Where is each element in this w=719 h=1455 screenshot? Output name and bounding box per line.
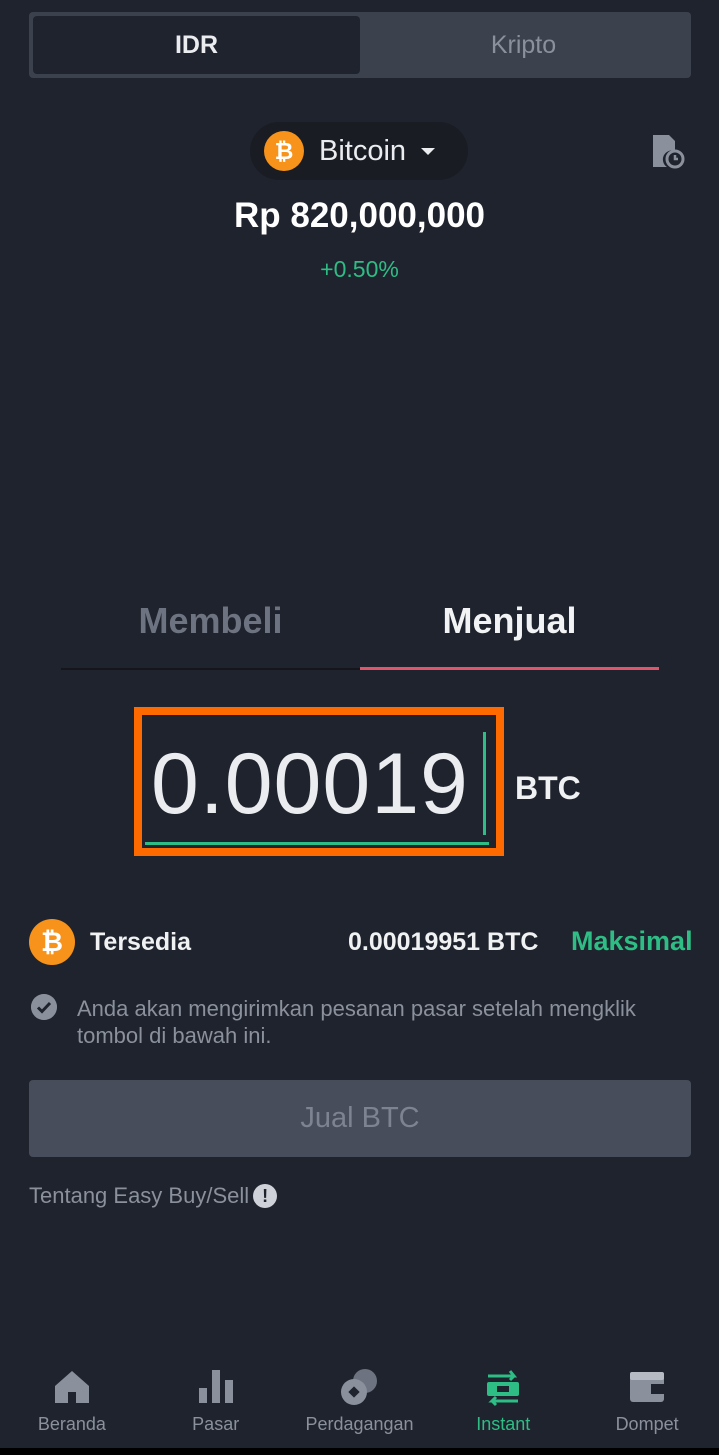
caret-down-icon xyxy=(421,147,436,155)
bitcoin-icon: ₿ xyxy=(29,919,75,965)
toggle-idr[interactable]: IDR xyxy=(33,16,360,74)
tab-sell[interactable]: Menjual xyxy=(360,600,659,670)
tab-buy[interactable]: Membeli xyxy=(61,600,360,670)
check-circle-icon xyxy=(31,994,57,1020)
instant-swap-icon xyxy=(487,1370,520,1407)
available-balance: 0.00019951 BTC xyxy=(348,928,539,956)
amount-input[interactable] xyxy=(151,729,491,839)
nav-label: Dompet xyxy=(615,1414,679,1434)
available-label: Tersedia xyxy=(90,928,191,956)
home-icon xyxy=(54,1371,89,1403)
currency-toggle: IDR Kripto xyxy=(29,12,691,78)
nav-pasar[interactable]: Pasar xyxy=(144,1356,288,1448)
market-order-notice: Anda akan mengirimkan pesanan pasar sete… xyxy=(77,996,636,1048)
wallet-icon xyxy=(630,1372,665,1402)
nav-label: Pasar xyxy=(192,1414,240,1434)
system-gesture-bar xyxy=(0,1448,719,1455)
nav-label: Beranda xyxy=(37,1414,106,1434)
about-easy-buy-sell-link[interactable]: Tentang Easy Buy/Sell ! xyxy=(29,1183,278,1209)
text-cursor xyxy=(483,732,486,835)
max-button[interactable]: Maksimal xyxy=(571,926,693,957)
amount-underline xyxy=(145,842,489,845)
about-link-label: Tentang Easy Buy/Sell xyxy=(29,1183,250,1208)
bottom-nav: Beranda Pasar Perdagangan Instant Dompet xyxy=(0,1356,719,1448)
nav-label: Instant xyxy=(476,1414,531,1434)
trade-coins-icon xyxy=(341,1369,378,1405)
market-bars-icon xyxy=(198,1370,233,1403)
sell-btc-button[interactable]: Jual BTC xyxy=(29,1080,691,1157)
toggle-kripto[interactable]: Kripto xyxy=(360,16,687,74)
coin-price: Rp 820,000,000 xyxy=(233,196,485,235)
price-change: +0.50% xyxy=(320,256,399,282)
nav-instant[interactable]: Instant xyxy=(431,1356,575,1448)
info-icon: ! xyxy=(253,1184,278,1208)
nav-dompet[interactable]: Dompet xyxy=(575,1356,719,1448)
nav-beranda[interactable]: Beranda xyxy=(0,1356,144,1448)
amount-unit: BTC xyxy=(515,770,581,806)
coin-name: Bitcoin xyxy=(319,134,407,167)
nav-label: Perdagangan xyxy=(305,1414,414,1434)
coin-selector[interactable]: ₿ Bitcoin xyxy=(250,122,468,180)
instant-trade-screen: IDR Kripto ₿ Bitcoin Rp 820,000,000 +0.5… xyxy=(0,0,719,1455)
bitcoin-icon: ₿ xyxy=(264,131,304,171)
order-history-icon[interactable] xyxy=(651,133,685,169)
amount-input-highlight xyxy=(134,707,504,856)
nav-perdagangan[interactable]: Perdagangan xyxy=(288,1356,432,1448)
